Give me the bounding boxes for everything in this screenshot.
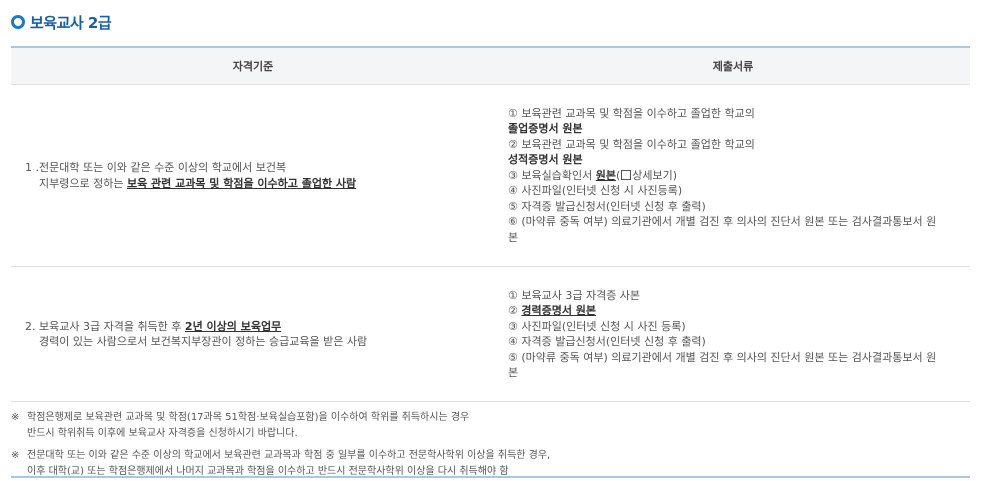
qualification-table: 자격기준 제출서류 1 .전문대학 또는 이와 같은 수준 이상의 학교에서 보… (11, 46, 970, 402)
doc-line: ② 보육관련 교과목 및 학점을 이수하고 졸업한 학교의 (508, 137, 755, 151)
bottom-divider (11, 476, 970, 478)
table-row: 1 .전문대학 또는 이와 같은 수준 이상의 학교에서 보건복 지부령으로 정… (11, 84, 970, 267)
notes-section: ※ 학점은행제로 보육관련 교과목 및 학점(17과목 51학점·보육실습포함)… (11, 410, 970, 480)
doc-line: ① 보육교사 3급 자격증 사본 (508, 288, 641, 302)
doc-line: ④ 사진파일(인터넷 신청 시 사진등록) (508, 184, 683, 198)
doc-line: ⑤ (마약류 중독 여부) 의료기관에서 개별 검진 후 의사의 진단서 원본 … (508, 350, 937, 364)
note-line: 전문대학 또는 이와 같은 수준 이상의 학교에서 보육관련 교과목과 학점 중… (27, 450, 551, 461)
doc-text: ② (508, 304, 522, 317)
documents-cell: ① 보육교사 3급 자격증 사본 ② 경력증명서 원본 ③ 사진파일(인터넷 신… (496, 266, 970, 402)
doc-line: 본 (508, 366, 519, 379)
criteria-emphasis: 2년 이상의 보육업무 (184, 319, 282, 333)
criteria-line: 경력이 있는 사람으로서 보건복지부장관이 정하는 승급교육을 받은 사람 (25, 334, 495, 350)
doc-line: ① 보육관련 교과목 및 학점을 이수하고 졸업한 학교의 (508, 106, 755, 120)
criteria-text: 지부령으로 정하는 (39, 176, 127, 190)
note-line: 학점은행제로 보육관련 교과목 및 학점(17과목 51학점·보육실습포함)을 … (27, 412, 470, 423)
doc-emphasis: 원본 (595, 168, 616, 182)
criteria-text: 경력이 있는 사람으로서 보건복지부장관이 정하는 승급교육을 받은 사람 (39, 335, 368, 348)
header-documents: 제출서류 (496, 46, 970, 85)
criteria-line: 지부령으로 정하는 보육 관련 교과목 및 학점을 이수하고 졸업한 사람 (25, 176, 495, 192)
doc-line: ③ 보육실습확인서 원본(상세보기) (508, 168, 678, 182)
doc-line: ③ 사진파일(인터넷 신청 시 사진 등록) (508, 319, 686, 333)
criteria-cell: 2. 보육교사 3급 자격을 취득한 후 2년 이상의 보육업무 경력이 있는 … (11, 266, 496, 402)
section-title: 보육교사 2급 (11, 10, 112, 34)
title-text: 보육교사 2급 (30, 13, 112, 32)
doc-emphasis: 경력증명서 원본 (521, 304, 597, 317)
doc-emphasis: 성적증명서 원본 (508, 153, 583, 167)
criteria-text: 2. 보육교사 3급 자격을 취득한 후 (25, 319, 185, 333)
documents-cell: ① 보육관련 교과목 및 학점을 이수하고 졸업한 학교의 졸업증명서 원본 ②… (496, 84, 970, 267)
bullet-circle-icon (11, 15, 25, 29)
header-criteria: 자격기준 (11, 46, 496, 85)
table-header-row: 자격기준 제출서류 (11, 46, 970, 85)
doc-text: ③ 보육실습확인서 (508, 168, 596, 182)
criteria-line: 1 .전문대학 또는 이와 같은 수준 이상의 학교에서 보건복 (25, 161, 287, 174)
table-row: 2. 보육교사 3급 자격을 취득한 후 2년 이상의 보육업무 경력이 있는 … (11, 266, 970, 402)
criteria-cell: 1 .전문대학 또는 이와 같은 수준 이상의 학교에서 보건복 지부령으로 정… (11, 84, 496, 267)
doc-emphasis: 졸업증명서 원본 (508, 122, 583, 136)
note-item: ※ 학점은행제로 보육관련 교과목 및 학점(17과목 51학점·보육실습포함)… (11, 410, 970, 442)
doc-line: 본 (508, 230, 519, 244)
doc-line: ⑤ 자격증 발급신청서(인터넷 신청 후 출력) (508, 199, 706, 213)
magnifier-icon (621, 169, 632, 180)
note-line: 반드시 학위취득 이후에 보육교사 자격증을 신청하시기 바랍니다. (27, 428, 298, 439)
criteria-line: 2. 보육교사 3급 자격을 취득한 후 2년 이상의 보육업무 (25, 319, 495, 335)
criteria-emphasis: 보육 관련 교과목 및 학점을 이수하고 졸업한 사람 (126, 176, 357, 190)
doc-line: ② 경력증명서 원본 (508, 303, 962, 319)
doc-line: ⑥ (마약류 중독 여부) 의료기관에서 개별 검진 후 의사의 진단서 원본 … (508, 215, 937, 229)
reference-mark-icon: ※ (11, 412, 20, 423)
doc-line: ④ 자격증 발급신청서(인터넷 신청 후 출력) (508, 335, 706, 348)
detail-view-link[interactable]: 상세보기 (632, 169, 672, 182)
